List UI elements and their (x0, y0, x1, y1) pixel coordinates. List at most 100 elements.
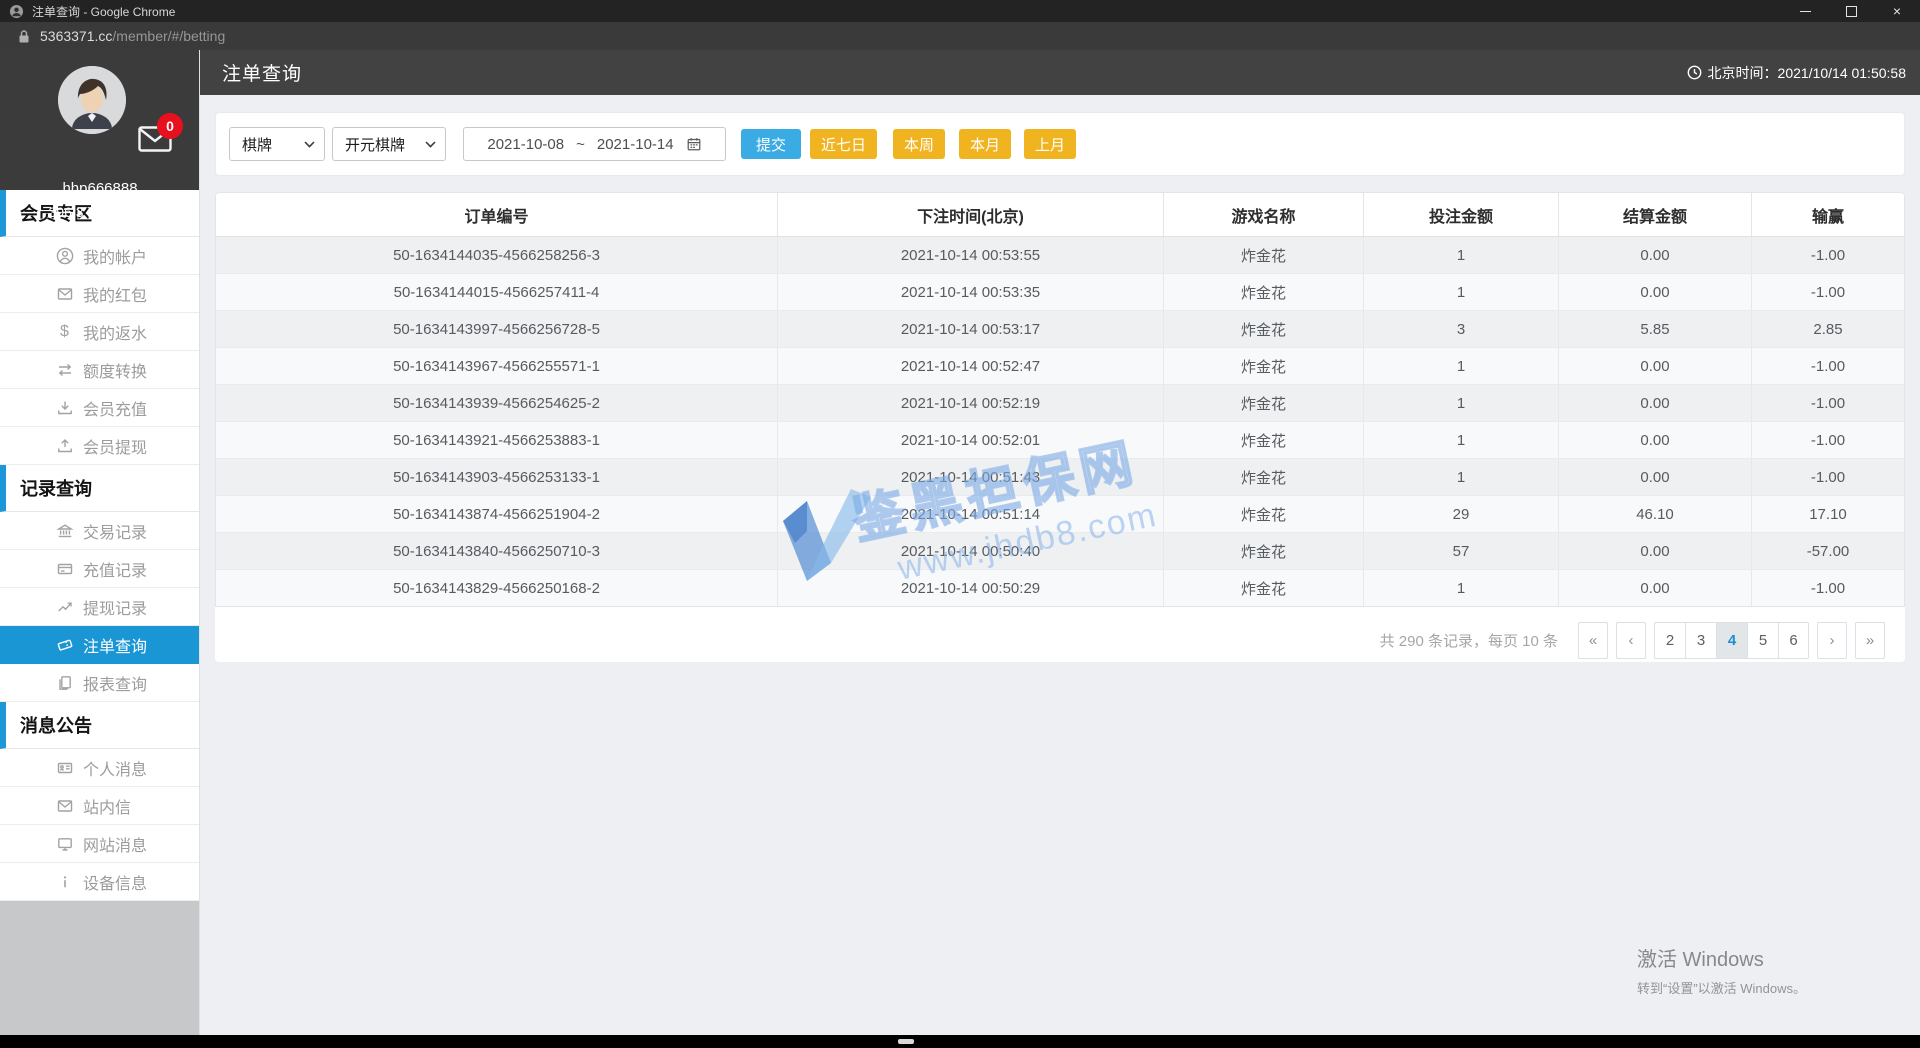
page-button-3[interactable]: 3 (1685, 622, 1716, 659)
sidebar-item-rebate[interactable]: $ 我的返水 (0, 313, 199, 351)
activate-line1: 激活 Windows (1637, 949, 1764, 971)
sidebar-item-label: 设备信息 (83, 875, 148, 893)
deposit-icon (55, 399, 74, 417)
submit-button[interactable]: 提交 (741, 129, 801, 159)
page-number-group: 2 3 4 5 6 (1654, 622, 1809, 659)
col-bet-amount: 投注金额 (1364, 193, 1559, 236)
content-area: 棋牌 开元棋牌 2021-10-08 ~ 2021-10-14 提交 近七日 本… (200, 95, 1920, 1035)
screen: 注单查询 - Google Chrome × 5363371.cc/member… (0, 0, 1920, 1048)
page-button-5[interactable]: 5 (1747, 622, 1778, 659)
sidebar-item-device-info[interactable]: 设备信息 (0, 863, 199, 901)
sidebar-item-deposit[interactable]: 会员充值 (0, 389, 199, 427)
sidebar-item-deposit-records[interactable]: 充值记录 (0, 550, 199, 588)
betting-table: 订单编号 下注时间(北京) 游戏名称 投注金额 结算金额 输赢 50-16341… (215, 192, 1905, 607)
order-id: 50-1634143829-4566250168-2 (216, 570, 778, 606)
page-button-2[interactable]: 2 (1654, 622, 1685, 659)
sidebar-item-transactions[interactable]: 交易记录 (0, 512, 199, 550)
date-start-value: 2021-10-08 (487, 135, 565, 153)
game-name: 炸金花 (1164, 385, 1364, 421)
this-week-button[interactable]: 本周 (893, 129, 946, 159)
sidebar-item-label: 会员充值 (83, 401, 148, 419)
bet-amount: 57 (1364, 533, 1559, 569)
refresh-icon[interactable] (136, 205, 151, 220)
maximize-icon[interactable] (1828, 0, 1874, 22)
prev-page-button[interactable]: ‹ (1616, 622, 1646, 659)
bet-time: 2021-10-14 00:52:19 (778, 385, 1164, 421)
order-id: 50-1634144015-4566257411-4 (216, 274, 778, 310)
game-vendor-select[interactable]: 开元棋牌 (332, 127, 446, 161)
next-page-button[interactable]: › (1817, 622, 1847, 659)
activate-windows-watermark: 激活 Windows 转到“设置”以激活 Windows。 (1637, 943, 1806, 997)
col-settle-amount: 结算金额 (1559, 193, 1752, 236)
page-button-6[interactable]: 6 (1778, 622, 1809, 659)
settle-amount: 0.00 (1559, 237, 1752, 273)
close-icon[interactable]: × (1874, 0, 1920, 22)
order-id: 50-1634143921-4566253883-1 (216, 422, 778, 458)
sidebar-item-betting-query[interactable]: 注单查询 (0, 626, 199, 664)
order-id: 50-1634143874-4566251904-2 (216, 496, 778, 532)
table-row: 50-1634143967-4566255571-1 2021-10-14 00… (216, 348, 1904, 385)
settle-amount: 0.00 (1559, 348, 1752, 384)
sidebar-item-site-messages[interactable]: 网站消息 (0, 825, 199, 863)
sidebar-filler (0, 901, 199, 1035)
win-loss: -57.00 (1806, 542, 1850, 560)
clock-icon (1687, 65, 1702, 80)
user-panel: 0 hhp666888 396.3 人民币 (0, 50, 199, 220)
page-button-4-active[interactable]: 4 (1716, 622, 1747, 659)
sidebar-item-my-account[interactable]: 我的帐户 (0, 237, 199, 275)
filter-bar: 棋牌 开元棋牌 2021-10-08 ~ 2021-10-14 提交 近七日 本… (215, 112, 1905, 176)
idcard-icon (55, 759, 74, 777)
bottom-bar-marker (898, 1039, 914, 1044)
game-name: 炸金花 (1164, 422, 1364, 458)
site-favicon-icon (9, 4, 24, 19)
sidebar-item-personal-messages[interactable]: 个人消息 (0, 749, 199, 787)
withdraw-icon (55, 437, 74, 455)
url-bar[interactable]: 5363371.cc/member/#/betting (0, 22, 1920, 50)
bet-time: 2021-10-14 00:52:01 (778, 422, 1164, 458)
sidebar-item-label: 我的帐户 (83, 249, 148, 267)
date-range-input[interactable]: 2021-10-08 ~ 2021-10-14 (463, 127, 726, 161)
table-header-row: 订单编号 下注时间(北京) 游戏名称 投注金额 结算金额 输赢 (216, 193, 1904, 237)
last-month-button[interactable]: 上月 (1024, 129, 1077, 159)
table-row: 50-1634143997-4566256728-5 2021-10-14 00… (216, 311, 1904, 348)
minimize-icon[interactable] (1782, 0, 1828, 22)
sidebar-section-messages: 消息公告 (0, 702, 199, 749)
col-bet-time: 下注时间(北京) (778, 193, 1164, 236)
game-name: 炸金花 (1164, 311, 1364, 347)
sidebar: 0 hhp666888 396.3 人民币 会员专区 我的帐户 我的红包 $ 我… (0, 50, 200, 1035)
bet-time: 2021-10-14 00:53:35 (778, 274, 1164, 310)
order-id: 50-1634144035-4566258256-3 (216, 237, 778, 273)
sidebar-item-label: 额度转换 (83, 363, 148, 381)
bottom-bar (0, 1035, 1920, 1048)
sidebar-item-label: 网站消息 (83, 837, 148, 855)
col-win-loss: 输赢 (1811, 208, 1844, 226)
this-month-button[interactable]: 本月 (959, 129, 1012, 159)
monitor-icon (55, 835, 74, 853)
username: hhp666888 (62, 180, 138, 197)
sidebar-item-inbox[interactable]: 站内信 (0, 787, 199, 825)
settle-amount: 0.00 (1559, 533, 1752, 569)
win-loss: -1.00 (1810, 468, 1846, 486)
table-row: 50-1634143829-4566250168-2 2021-10-14 00… (216, 570, 1904, 606)
betting-table-card: 订单编号 下注时间(北京) 游戏名称 投注金额 结算金额 输赢 50-16341… (215, 192, 1905, 662)
bet-amount: 1 (1364, 274, 1559, 310)
table-row: 50-1634143939-4566254625-2 2021-10-14 00… (216, 385, 1904, 422)
win-loss: -1.00 (1810, 579, 1846, 597)
table-row: 50-1634143921-4566253883-1 2021-10-14 00… (216, 422, 1904, 459)
win-loss: -1.00 (1810, 394, 1846, 412)
bet-amount: 1 (1364, 422, 1559, 458)
avatar[interactable] (58, 66, 126, 134)
game-category-select[interactable]: 棋牌 (229, 127, 325, 161)
sidebar-item-red-packet[interactable]: 我的红包 (0, 275, 199, 313)
sidebar-item-quota-transfer[interactable]: 额度转换 (0, 351, 199, 389)
sidebar-item-withdraw[interactable]: 会员提现 (0, 427, 199, 465)
last-7-days-button[interactable]: 近七日 (810, 129, 878, 159)
window-title: 注单查询 - Google Chrome (32, 4, 176, 19)
table-row: 50-1634143903-4566253133-1 2021-10-14 00… (216, 459, 1904, 496)
first-page-button[interactable]: « (1578, 622, 1608, 659)
last-page-button[interactable]: » (1855, 622, 1885, 659)
bet-time: 2021-10-14 00:53:17 (778, 311, 1164, 347)
chevron-down-icon (304, 140, 315, 148)
sidebar-item-report-query[interactable]: 报表查询 (0, 664, 199, 702)
sidebar-item-withdraw-records[interactable]: 提现记录 (0, 588, 199, 626)
